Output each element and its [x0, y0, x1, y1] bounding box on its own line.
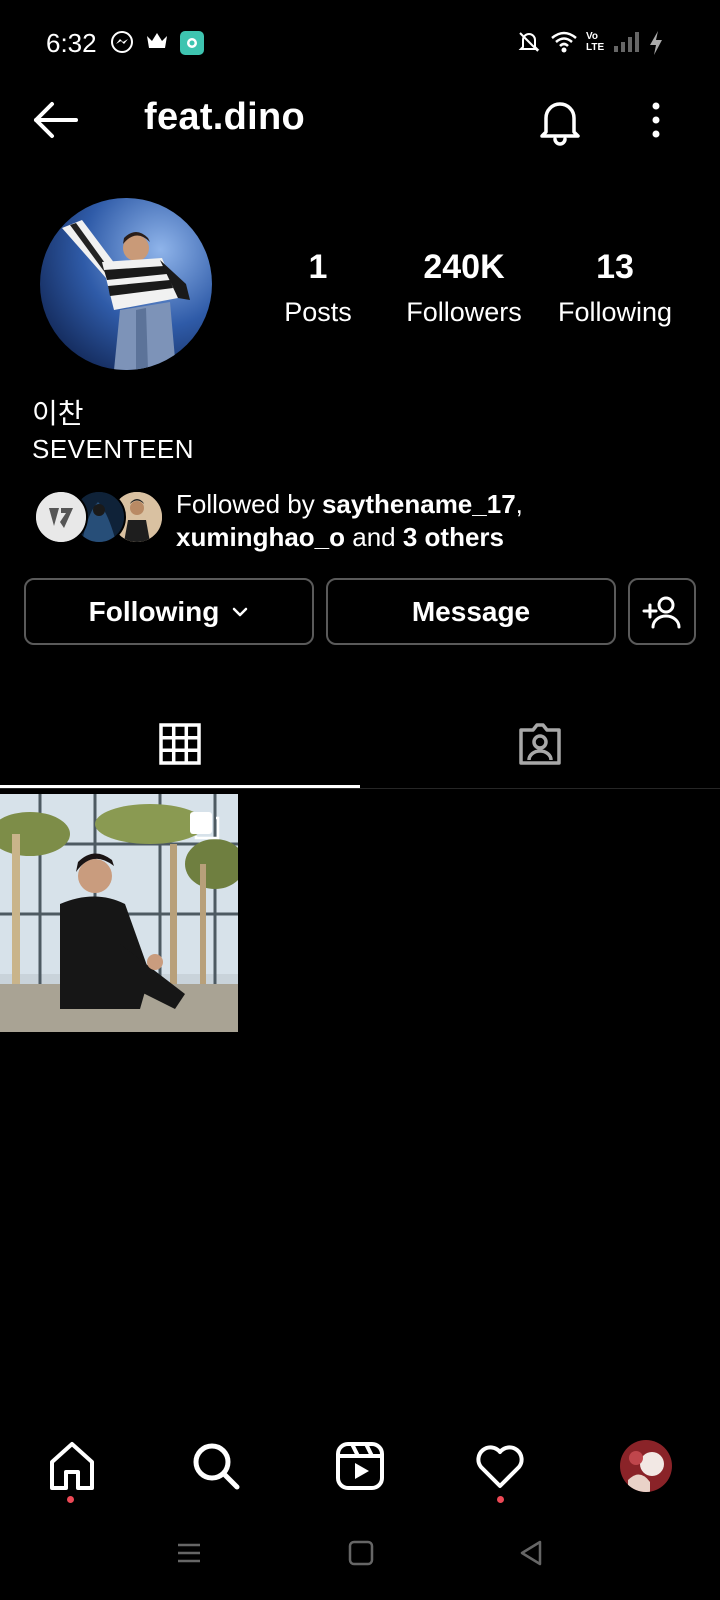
home-icon — [46, 1440, 98, 1492]
followers-count: 240K — [423, 248, 505, 286]
following-stat[interactable]: 13 Following — [550, 248, 680, 328]
search-icon — [190, 1440, 242, 1492]
tab-posts-grid[interactable] — [0, 700, 360, 788]
recent-apps-icon[interactable] — [176, 1540, 202, 1571]
following-button-label: Following — [88, 595, 220, 627]
heart-icon — [474, 1440, 526, 1492]
profile-username: feat.dino — [144, 96, 306, 138]
more-vertical-icon[interactable] — [640, 100, 672, 140]
reels-icon — [334, 1440, 386, 1492]
nav-search[interactable] — [190, 1440, 242, 1492]
volte-icon: Vo LTE — [586, 31, 605, 53]
activity-notification-dot — [497, 1496, 504, 1503]
back-arrow-icon[interactable] — [30, 96, 82, 144]
mutual-user-2: xuminghao_o — [176, 522, 346, 552]
profile-bio: SEVENTEEN — [32, 434, 194, 464]
charging-icon — [648, 30, 664, 61]
grid-icon — [159, 723, 201, 765]
home-system-icon[interactable] — [348, 1540, 374, 1571]
following-button[interactable]: Following — [24, 578, 314, 645]
followed-by-separator: , — [515, 489, 523, 519]
add-user-button[interactable] — [628, 578, 696, 645]
followed-by-and: and — [345, 522, 403, 552]
post-thumbnail[interactable] — [0, 794, 238, 1032]
profile-avatar-large[interactable] — [40, 198, 212, 370]
tab-tagged[interactable] — [360, 700, 720, 788]
bell-muted-icon — [518, 30, 540, 59]
status-bar: 6:32 Vo LTE — [0, 0, 720, 88]
tagged-person-icon — [517, 722, 563, 766]
status-time: 6:32 — [46, 28, 97, 58]
chevron-down-icon — [231, 606, 249, 618]
profile-display-name: 이찬 — [32, 397, 84, 430]
followed-by-prefix: Followed by — [176, 489, 322, 519]
posts-stat[interactable]: 1 Posts — [282, 248, 354, 328]
nav-reels[interactable] — [334, 1440, 386, 1492]
tab-divider — [0, 788, 720, 789]
profile-avatar[interactable] — [620, 1440, 672, 1492]
nav-activity[interactable] — [474, 1440, 526, 1492]
app-notification-icon — [180, 31, 204, 60]
posts-count: 1 — [308, 248, 328, 286]
crown-icon — [145, 30, 169, 57]
posts-label: Posts — [284, 297, 352, 327]
followed-by-text[interactable]: Followed by saythename_17, xuminghao_o an… — [176, 488, 696, 554]
signal-icon — [612, 30, 640, 59]
following-label: Following — [557, 297, 673, 327]
back-system-icon[interactable] — [518, 1540, 544, 1571]
nav-home[interactable] — [46, 1440, 98, 1492]
message-button-label: Message — [411, 595, 531, 627]
message-button[interactable]: Message — [326, 578, 616, 645]
carousel-icon — [190, 812, 218, 840]
mutual-avatar-seventeen[interactable] — [34, 490, 88, 544]
messenger-icon — [110, 30, 134, 59]
wifi-icon — [550, 30, 578, 59]
followers-stat[interactable]: 240K Followers — [402, 248, 526, 328]
following-count: 13 — [596, 248, 634, 286]
add-person-icon — [642, 595, 682, 629]
mutual-others: 3 others — [402, 522, 504, 552]
followers-label: Followers — [406, 297, 522, 327]
home-notification-dot — [67, 1496, 74, 1503]
bell-icon[interactable] — [536, 96, 584, 146]
mutual-user-1: saythename_17 — [321, 489, 516, 519]
